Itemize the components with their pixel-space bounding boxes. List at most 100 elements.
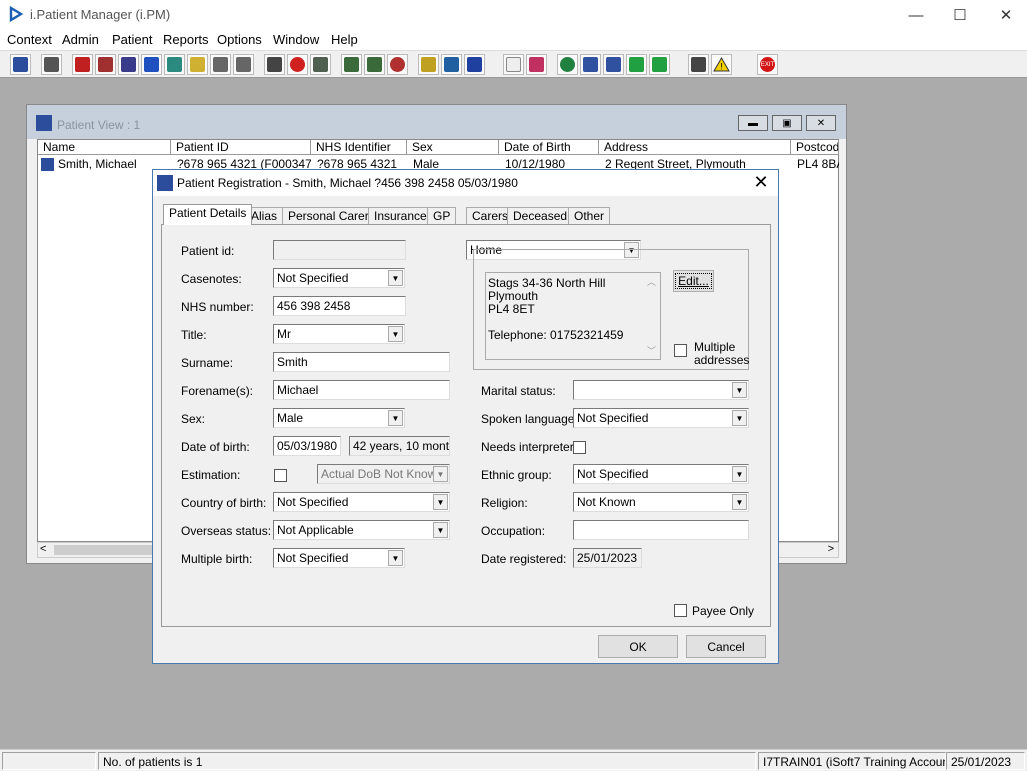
chevron-down-icon[interactable]: ▼ — [732, 466, 747, 482]
column-header-name[interactable]: Name — [38, 140, 171, 155]
chevron-down-icon[interactable]: ▼ — [388, 270, 403, 286]
bed-icon[interactable] — [441, 54, 462, 75]
ambulance-icon[interactable] — [210, 54, 231, 75]
scroll-up-icon[interactable]: ︿ — [647, 275, 656, 288]
ethnic-select[interactable]: Not Specified ▼ — [573, 464, 749, 484]
multiple-birth-select[interactable]: Not Specified ▼ — [273, 548, 405, 568]
column-header-nhs[interactable]: NHS Identifier — [311, 140, 407, 155]
truck-icon[interactable] — [233, 54, 254, 75]
label-marital: Marital status: — [481, 384, 556, 398]
check-doc-icon[interactable] — [580, 54, 601, 75]
chart-icon[interactable] — [526, 54, 547, 75]
pv-close-button[interactable]: ✕ — [806, 115, 836, 131]
chevron-down-icon[interactable]: ▼ — [732, 494, 747, 510]
dob-field[interactable]: 05/03/1980 — [273, 436, 341, 456]
label-multiple-birth: Multiple birth: — [181, 552, 253, 566]
printer-icon[interactable] — [41, 54, 62, 75]
chevron-down-icon[interactable]: ▼ — [433, 522, 448, 538]
occupation-field[interactable] — [573, 520, 749, 540]
list-icon[interactable] — [118, 54, 139, 75]
scroll-right-icon[interactable]: > — [828, 543, 834, 555]
column-header-patient-id[interactable]: Patient ID — [171, 140, 311, 155]
menu-reports[interactable]: Reports — [163, 32, 209, 47]
compass-icon[interactable] — [387, 54, 408, 75]
label-overseas: Overseas status: — [181, 524, 272, 538]
column-header-postcode[interactable]: Postcode — [791, 140, 839, 155]
column-header-sex[interactable]: Sex — [407, 140, 499, 155]
tab-insurance[interactable]: Insurance — [368, 207, 433, 224]
tab-patient-details[interactable]: Patient Details — [163, 204, 253, 225]
chevron-down-icon[interactable]: ▼ — [732, 410, 747, 426]
chevron-down-icon[interactable]: ▼ — [732, 382, 747, 398]
payee-only-checkbox[interactable] — [674, 604, 687, 617]
person-card-icon[interactable] — [164, 54, 185, 75]
menu-patient[interactable]: Patient — [112, 32, 152, 47]
cards-icon[interactable] — [364, 54, 385, 75]
label-country: Country of birth: — [181, 496, 267, 510]
maximize-button[interactable]: ☐ — [937, 0, 983, 30]
scroll-down-icon[interactable]: ﹀ — [647, 344, 656, 357]
notebook-icon[interactable] — [341, 54, 362, 75]
tools-icon[interactable] — [95, 54, 116, 75]
surname-field[interactable]: Smith — [273, 352, 450, 372]
menu-bar: Context Admin Patient Reports Options Wi… — [0, 30, 1027, 50]
book-icon[interactable] — [72, 54, 93, 75]
close-button[interactable]: ✕ — [983, 0, 1027, 30]
exit-icon[interactable]: EXIT — [757, 54, 778, 75]
pv-minimize-button[interactable]: ▬ — [738, 115, 768, 131]
casenotes-select[interactable]: Not Specified ▼ — [273, 268, 405, 288]
language-select[interactable]: Not Specified ▼ — [573, 408, 749, 428]
tab-other[interactable]: Other — [568, 207, 611, 224]
menu-context[interactable]: Context — [7, 32, 52, 47]
tab-gp[interactable]: GP — [427, 207, 457, 224]
column-header-dob[interactable]: Date of Birth — [499, 140, 599, 155]
country-select[interactable]: Not Specified ▼ — [273, 492, 450, 512]
monitor-icon[interactable] — [310, 54, 331, 75]
scroll-left-icon[interactable]: < — [40, 543, 46, 555]
menu-options[interactable]: Options — [217, 32, 262, 47]
marital-select[interactable]: ▼ — [573, 380, 749, 400]
nhs-number-field[interactable]: 456 398 2458 — [273, 296, 406, 316]
warning-icon[interactable]: ! — [711, 54, 732, 75]
edit-address-button[interactable]: Edit... — [673, 270, 714, 292]
chevron-down-icon[interactable]: ▼ — [388, 550, 403, 566]
document-icon[interactable] — [503, 54, 524, 75]
patient-icon[interactable] — [10, 54, 31, 75]
pv-restore-button[interactable]: ▣ — [772, 115, 802, 131]
nurse-icon[interactable] — [464, 54, 485, 75]
m-icon[interactable] — [141, 54, 162, 75]
religion-select[interactable]: Not Known ▼ — [573, 492, 749, 512]
down-doc-icon[interactable] — [603, 54, 624, 75]
address-line3: PL4 8ET — [488, 302, 535, 316]
interpreter-checkbox[interactable] — [573, 441, 586, 454]
chevron-down-icon[interactable]: ▼ — [388, 326, 403, 342]
swap-icon[interactable] — [688, 54, 709, 75]
dialog-close-icon[interactable]: ✕ — [750, 172, 772, 193]
multiple-addresses-checkbox[interactable] — [674, 344, 687, 357]
menu-help[interactable]: Help — [331, 32, 358, 47]
globe-icon[interactable] — [557, 54, 578, 75]
tab-deceased[interactable]: Deceased — [507, 207, 574, 224]
check-arrow-icon[interactable] — [626, 54, 647, 75]
sex-select[interactable]: Male ▼ — [273, 408, 405, 428]
forenames-field[interactable]: Michael — [273, 380, 450, 400]
list-edit-icon[interactable] — [418, 54, 439, 75]
ethnic-value: Not Specified — [577, 467, 649, 481]
cancel-button[interactable]: Cancel — [686, 635, 766, 658]
title-select[interactable]: Mr ▼ — [273, 324, 405, 344]
refresh-doc-icon[interactable] — [649, 54, 670, 75]
minimize-button[interactable]: — — [893, 0, 939, 30]
tab-personal-carers[interactable]: Personal Carers — [282, 207, 381, 224]
address-box: Stags 34-36 North Hill Plymouth PL4 8ET … — [485, 272, 661, 360]
column-header-address[interactable]: Address — [599, 140, 791, 155]
chevron-down-icon[interactable]: ▼ — [388, 410, 403, 426]
note-icon[interactable] — [187, 54, 208, 75]
ok-button[interactable]: OK — [598, 635, 678, 658]
menu-admin[interactable]: Admin — [62, 32, 99, 47]
estimation-checkbox[interactable] — [274, 469, 287, 482]
menu-window[interactable]: Window — [273, 32, 319, 47]
clock-icon[interactable] — [287, 54, 308, 75]
overseas-select[interactable]: Not Applicable ▼ — [273, 520, 450, 540]
search-doc-icon[interactable] — [264, 54, 285, 75]
chevron-down-icon[interactable]: ▼ — [433, 494, 448, 510]
